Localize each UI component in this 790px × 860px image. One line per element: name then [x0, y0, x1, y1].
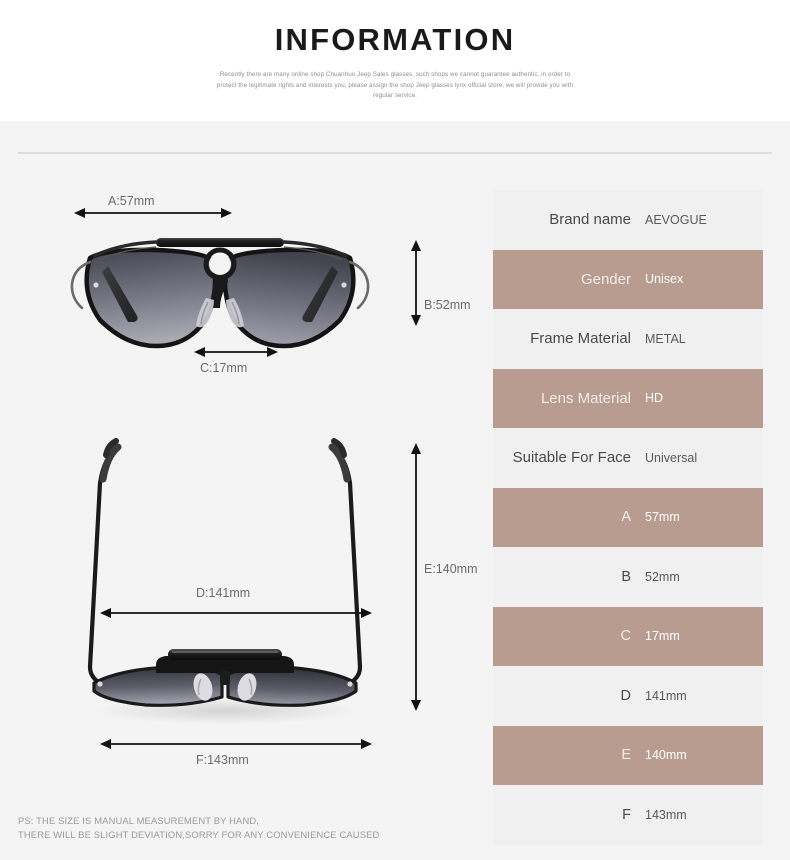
measurement-label-f: F:143mm [196, 753, 249, 767]
spec-label: Lens Material [540, 389, 631, 407]
spec-label: F [622, 806, 631, 823]
spec-label: E [621, 747, 631, 764]
footnote-line-2: THERE WILL BE SLIGHT DEVIATION,SORRY FOR… [18, 829, 380, 840]
spec-value: 143mm [645, 807, 687, 822]
table-row: C 17mm [493, 606, 763, 666]
page-title: INFORMATION [274, 22, 516, 57]
header-divider [18, 152, 772, 154]
measurement-arrow-b [411, 240, 421, 326]
table-row: Suitable For Face Universal [493, 428, 763, 488]
sunglasses-top-view-image [87, 438, 363, 724]
table-row: Gender Unisex [493, 249, 763, 309]
measurement-arrow-c [194, 347, 278, 357]
measurement-label-b: B:52mm [424, 298, 471, 312]
table-row: Brand name AEVOGUE [493, 190, 763, 250]
spec-value: Unisex [645, 272, 684, 287]
header-subtitle: Recently there are many online shop Chua… [216, 71, 574, 99]
measurement-arrow-e [411, 443, 421, 711]
spec-label: Suitable For Face [512, 449, 631, 467]
spec-value: 52mm [645, 569, 680, 584]
table-row: D 141mm [493, 666, 763, 726]
table-row: Frame Material METAL [493, 309, 763, 369]
spec-value: 57mm [645, 510, 680, 525]
spec-value: Universal [645, 450, 698, 465]
measurement-arrow-d [100, 608, 372, 618]
table-row: F 143mm [493, 785, 763, 845]
spec-value: 140mm [645, 748, 687, 763]
specification-table: Brand name AEVOGUE Gender Unisex Frame Mater… [493, 190, 763, 845]
diagram-column: A:57mm B:52mm C:17mm D:141mm E:140mm F:1… [0, 160, 480, 860]
footnote: PS: THE SIZE IS MANUAL MEASUREMENT BY HA… [18, 814, 379, 842]
measurement-label-e: E:140mm [424, 562, 478, 576]
table-row: Lens Material HD [493, 368, 763, 428]
table-row: E 140mm [493, 725, 763, 785]
measurement-label-d: D:141mm [196, 586, 251, 600]
measurement-arrow-f [100, 739, 372, 749]
spec-label: B [621, 568, 631, 585]
spec-label: Frame Material [530, 330, 631, 348]
measurement-arrow-a [74, 208, 232, 218]
table-row: B 52mm [493, 547, 763, 607]
spec-value: 17mm [645, 629, 680, 644]
spec-value: HD [645, 391, 664, 406]
sunglasses-front-view-image [70, 238, 370, 349]
header-band [0, 0, 790, 121]
spec-label: D [620, 687, 631, 704]
spec-value: 141mm [645, 688, 687, 703]
footnote-line-1: PS: THE SIZE IS MANUAL MEASUREMENT BY HA… [18, 815, 260, 826]
spec-value: METAL [645, 331, 686, 346]
spec-label: C [620, 628, 631, 645]
spec-label: Brand name [549, 211, 631, 229]
spec-value: AEVOGUE [645, 212, 707, 227]
table-row: A 57mm [493, 487, 763, 547]
spec-label: Gender [580, 270, 631, 288]
measurement-label-c: C:17mm [200, 361, 248, 375]
spec-label: A [621, 509, 631, 526]
